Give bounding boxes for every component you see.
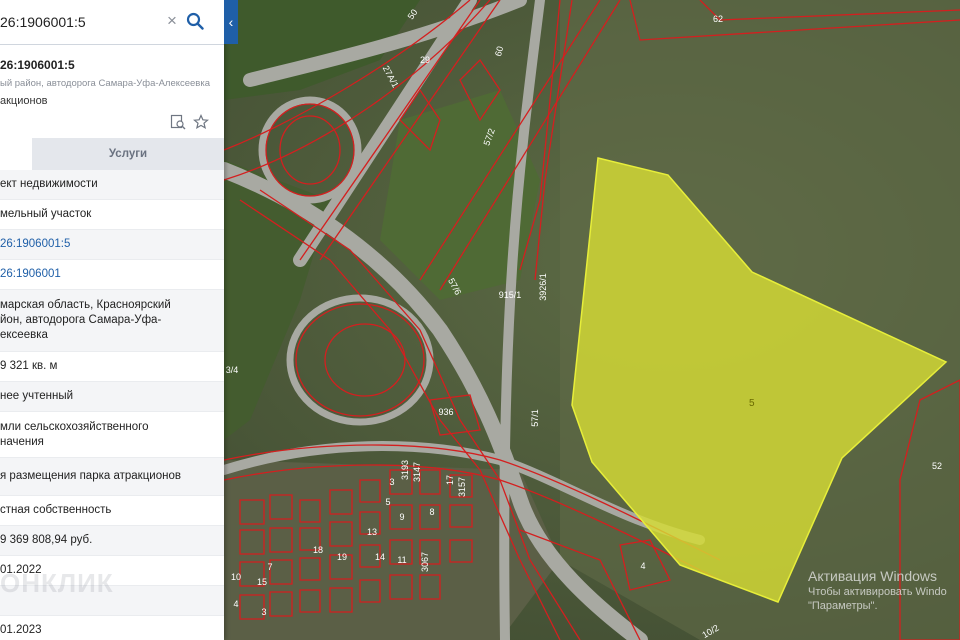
windows-activation-notice: Активация Windows Чтобы активировать Win… <box>808 568 960 612</box>
parcel-number-label: 10 <box>231 572 241 582</box>
activation-line: "Параметры". <box>808 600 878 612</box>
search-input[interactable] <box>0 10 160 34</box>
row-cadastral-quarter[interactable]: 26:1906001 <box>0 260 224 290</box>
parcel-number-label: 57/1 <box>530 409 540 427</box>
row-object-kind: мельный участок <box>0 200 224 230</box>
activation-title: Активация Windows <box>808 568 938 584</box>
object-address: ый район, автодорога Самара-Уфа-Алексеев… <box>0 78 211 89</box>
row-cadastral-number[interactable]: 26:1906001:5 <box>0 230 224 260</box>
parcel-number-label: 4 <box>233 599 238 609</box>
parcel-number-label: 3926/1 <box>538 273 548 301</box>
row-address: марская область, Красноярский йон, автод… <box>0 290 224 352</box>
search-icon[interactable] <box>186 12 204 30</box>
parcel-number-label: 19 <box>337 552 347 562</box>
activation-line: Чтобы активировать Windo <box>808 586 947 598</box>
row-date: 01.2023 <box>0 616 224 640</box>
row-area: 9 321 кв. м <box>0 352 224 382</box>
parcel-number-label: 915/1 <box>499 290 522 300</box>
parcel-number-label: 8 <box>429 507 434 517</box>
parcel-number-label: 3/4 <box>226 365 239 375</box>
row-ownership: стная собственность <box>0 496 224 526</box>
row-object-type: ект недвижимости <box>0 170 224 200</box>
star-icon[interactable] <box>193 114 209 130</box>
info-panel: × 26:1906001:5 ый район, автодорога Сама… <box>0 0 224 640</box>
parcel-number-label: 3193 <box>400 460 410 480</box>
parcel-number-label: 3147 <box>412 462 422 482</box>
parcel-number-label: 3 <box>389 477 394 487</box>
parcel-number-label: 11 <box>397 555 406 565</box>
parcel-number-label: 9 <box>399 512 404 522</box>
row-status: нее учтенный <box>0 382 224 412</box>
row-permitted-use: я размещения парка атракционов <box>0 458 224 496</box>
parcel-number-label: 13 <box>367 527 377 537</box>
parcel-number-label: 3 <box>261 607 266 617</box>
parcel-number-label: 3067 <box>420 552 430 572</box>
object-header: 26:1906001:5 ый район, автодорога Самара… <box>0 50 224 134</box>
parcel-number-label: 17 <box>445 475 455 485</box>
row-cadastral-value: 9 369 808,94 руб. <box>0 526 224 556</box>
object-permitted-use: акционов <box>0 95 48 107</box>
search-bar: × <box>0 0 224 45</box>
parcel-number-label: 52 <box>932 461 942 471</box>
panel-tabs: Услуги <box>0 138 224 170</box>
parcel-number-label: 18 <box>313 545 323 555</box>
object-number: 26:1906001:5 <box>0 58 75 72</box>
tab-services[interactable]: Услуги <box>32 138 224 170</box>
parcel-number-label: 14 <box>375 552 385 562</box>
parcel-number-label: 5 <box>385 497 390 507</box>
chevron-left-icon[interactable]: ‹ <box>224 0 238 44</box>
parcel-number-label: 936 <box>438 407 453 417</box>
parcel-number-label: 29 <box>420 55 430 65</box>
parcel-number-label: 7 <box>267 562 272 572</box>
selected-parcel-label: 5 <box>749 398 755 409</box>
watermark: ОНКЛИК <box>0 568 114 598</box>
row-land-category: мли сельскохозяйственного начения <box>0 412 224 458</box>
parcel-number-label: 15 <box>257 577 267 587</box>
zoom-to-object-icon[interactable] <box>170 114 186 130</box>
parcel-number-label: 62 <box>713 14 723 24</box>
close-icon[interactable]: × <box>164 12 180 30</box>
tab-info[interactable] <box>0 138 32 170</box>
parcel-number-label: 4 <box>640 561 645 571</box>
parcel-number-label: 3157 <box>457 477 467 497</box>
